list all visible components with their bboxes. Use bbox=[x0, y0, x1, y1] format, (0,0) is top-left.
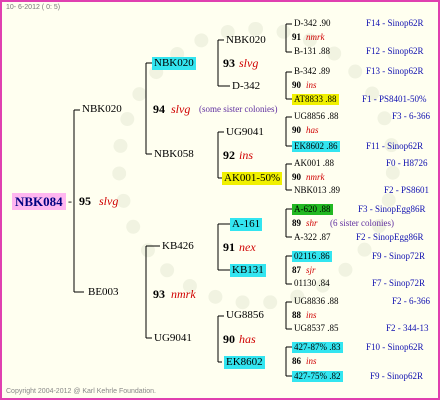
g4-4-ref[interactable]: F3 - 6-366 bbox=[392, 112, 430, 121]
root-separator: - bbox=[68, 194, 72, 208]
g2-2-year: 91 bbox=[223, 240, 235, 254]
g4-0-tag: nmrk bbox=[306, 32, 325, 42]
g4-0-year: 91 bbox=[292, 32, 301, 42]
g4-7-name[interactable]: NBK013 .89 bbox=[294, 186, 340, 195]
g2-0-tag: slvg bbox=[171, 102, 191, 116]
g2-1-year: 92 bbox=[223, 148, 235, 162]
g3-3-name[interactable]: AK001-50% bbox=[222, 172, 283, 185]
g2-3-name[interactable]: UG9041 bbox=[154, 333, 192, 344]
g4-10-tag: sjr bbox=[306, 265, 316, 275]
g4-10-name[interactable]: 02116 .86 bbox=[292, 251, 332, 262]
g3-1-name[interactable]: D-342 bbox=[232, 81, 260, 92]
g4-14-tag: ins bbox=[306, 356, 317, 366]
g2-3-year: 90 bbox=[223, 332, 235, 346]
g2-0-line-tag: slvg bbox=[239, 56, 259, 70]
g2-2-name[interactable]: KB426 bbox=[162, 241, 194, 252]
g4-5-name[interactable]: EK8602 .86 bbox=[292, 141, 340, 152]
g2-0-year: 94 bbox=[153, 102, 165, 116]
g4-8-note: (6 sister colonies) bbox=[330, 218, 394, 228]
g4-2-year: 90 bbox=[292, 80, 301, 90]
g4-12-tag: ins bbox=[306, 310, 317, 320]
g4-9-name[interactable]: A-322 .87 bbox=[294, 233, 331, 242]
g3-5-name[interactable]: KB131 bbox=[230, 264, 266, 277]
g4-3-name[interactable]: AT8833 .88 bbox=[292, 94, 339, 105]
g4-2-tag: ins bbox=[306, 80, 317, 90]
g4-10-year: 87 bbox=[292, 265, 301, 275]
g3-4-name[interactable]: A-161 bbox=[230, 218, 263, 231]
g1-father-year: 95 bbox=[79, 194, 91, 208]
g4-6-tag: nmrk bbox=[306, 172, 325, 182]
g4-6-ref[interactable]: F0 - H8726 bbox=[386, 159, 428, 168]
g4-9-ref[interactable]: F2 - SinopEgg86R bbox=[356, 233, 424, 242]
g1-mother-name[interactable]: BE003 bbox=[88, 287, 119, 298]
g4-15-ref[interactable]: F9 - Sinop62R bbox=[370, 372, 423, 381]
g1-father-tag: slvg bbox=[99, 194, 119, 208]
g4-1-name[interactable]: B-131 .88 bbox=[294, 47, 330, 56]
g4-8-year: 89 bbox=[292, 218, 301, 228]
g4-14-year: 86 bbox=[292, 356, 301, 366]
g4-13-ref[interactable]: F2 - 344-13 bbox=[386, 324, 429, 333]
g4-1-ref[interactable]: F12 - Sinop62R bbox=[366, 47, 424, 56]
g4-12-ref[interactable]: F2 - 6-366 bbox=[392, 297, 430, 306]
g4-7-ref[interactable]: F2 - PS8601 bbox=[384, 186, 429, 195]
g3-7-name[interactable]: EK8602 bbox=[224, 356, 265, 369]
g2-1-tag: ins bbox=[239, 148, 254, 162]
report-date: 10- 6-2012 ( 0: 5) bbox=[6, 4, 61, 11]
g4-12-name[interactable]: UG8836 .88 bbox=[294, 297, 339, 306]
g4-4-tag: has bbox=[306, 125, 319, 135]
g1-mother-tag: nmrk bbox=[171, 287, 196, 301]
g4-15-name[interactable]: 427-75% .82 bbox=[292, 371, 343, 382]
g2-2-tag: nex bbox=[239, 240, 256, 254]
g1-father-name[interactable]: NBK020 bbox=[82, 104, 122, 115]
g4-10-ref[interactable]: F9 - Sinop72R bbox=[372, 252, 425, 261]
g4-6-name[interactable]: AK001 .88 bbox=[294, 159, 334, 168]
g4-6-year: 90 bbox=[292, 172, 301, 182]
g3-6-name[interactable]: UG8856 bbox=[226, 310, 264, 321]
g4-2-name[interactable]: B-342 .89 bbox=[294, 67, 330, 76]
pedigree-frame: 10- 6-2012 ( 0: 5) NBK084 - NBK020 95 sl… bbox=[0, 0, 440, 400]
g4-11-name[interactable]: 01130 .84 bbox=[294, 279, 330, 288]
copyright: Copyright 2004-2012 @ Karl Kehrle Founda… bbox=[6, 388, 156, 395]
g4-13-name[interactable]: UG8537 .85 bbox=[294, 324, 339, 333]
g4-0-name[interactable]: D-342 .90 bbox=[294, 19, 331, 28]
g4-14-ref[interactable]: F10 - Sinop62R bbox=[366, 343, 424, 352]
g3-2-name[interactable]: UG9041 bbox=[226, 127, 264, 138]
g4-5-ref[interactable]: F11 - Sinop62R bbox=[366, 142, 423, 151]
g4-2-ref[interactable]: F13 - Sinop62R bbox=[366, 67, 424, 76]
g4-4-year: 90 bbox=[292, 125, 301, 135]
g3-0-name[interactable]: NBK020 bbox=[226, 35, 266, 46]
g2-1-name[interactable]: NBK058 bbox=[154, 149, 194, 160]
g4-4-name[interactable]: UG8856 .88 bbox=[294, 112, 339, 121]
g4-8-ref[interactable]: F3 - SinopEgg86R bbox=[358, 205, 426, 214]
g4-14-name[interactable]: 427-87% .83 bbox=[292, 342, 343, 353]
g2-3-tag: has bbox=[239, 332, 256, 346]
g4-8-tag: shr bbox=[306, 218, 318, 228]
g2-0-name[interactable]: NBK020 bbox=[152, 57, 196, 70]
g2-0-line-year: 93 bbox=[223, 56, 235, 70]
g4-11-ref[interactable]: F7 - Sinop72R bbox=[372, 279, 425, 288]
g1-mother-year: 93 bbox=[153, 287, 165, 301]
g2-0-note: (some sister colonies) bbox=[199, 104, 278, 114]
g4-0-ref[interactable]: F14 - Sinop62R bbox=[366, 19, 424, 28]
g4-12-year: 88 bbox=[292, 310, 301, 320]
root-queen[interactable]: NBK084 bbox=[12, 193, 66, 210]
g4-8-name[interactable]: A-620 .88 bbox=[292, 204, 333, 215]
g4-3-ref[interactable]: F1 - PS8401-50% bbox=[362, 95, 427, 104]
